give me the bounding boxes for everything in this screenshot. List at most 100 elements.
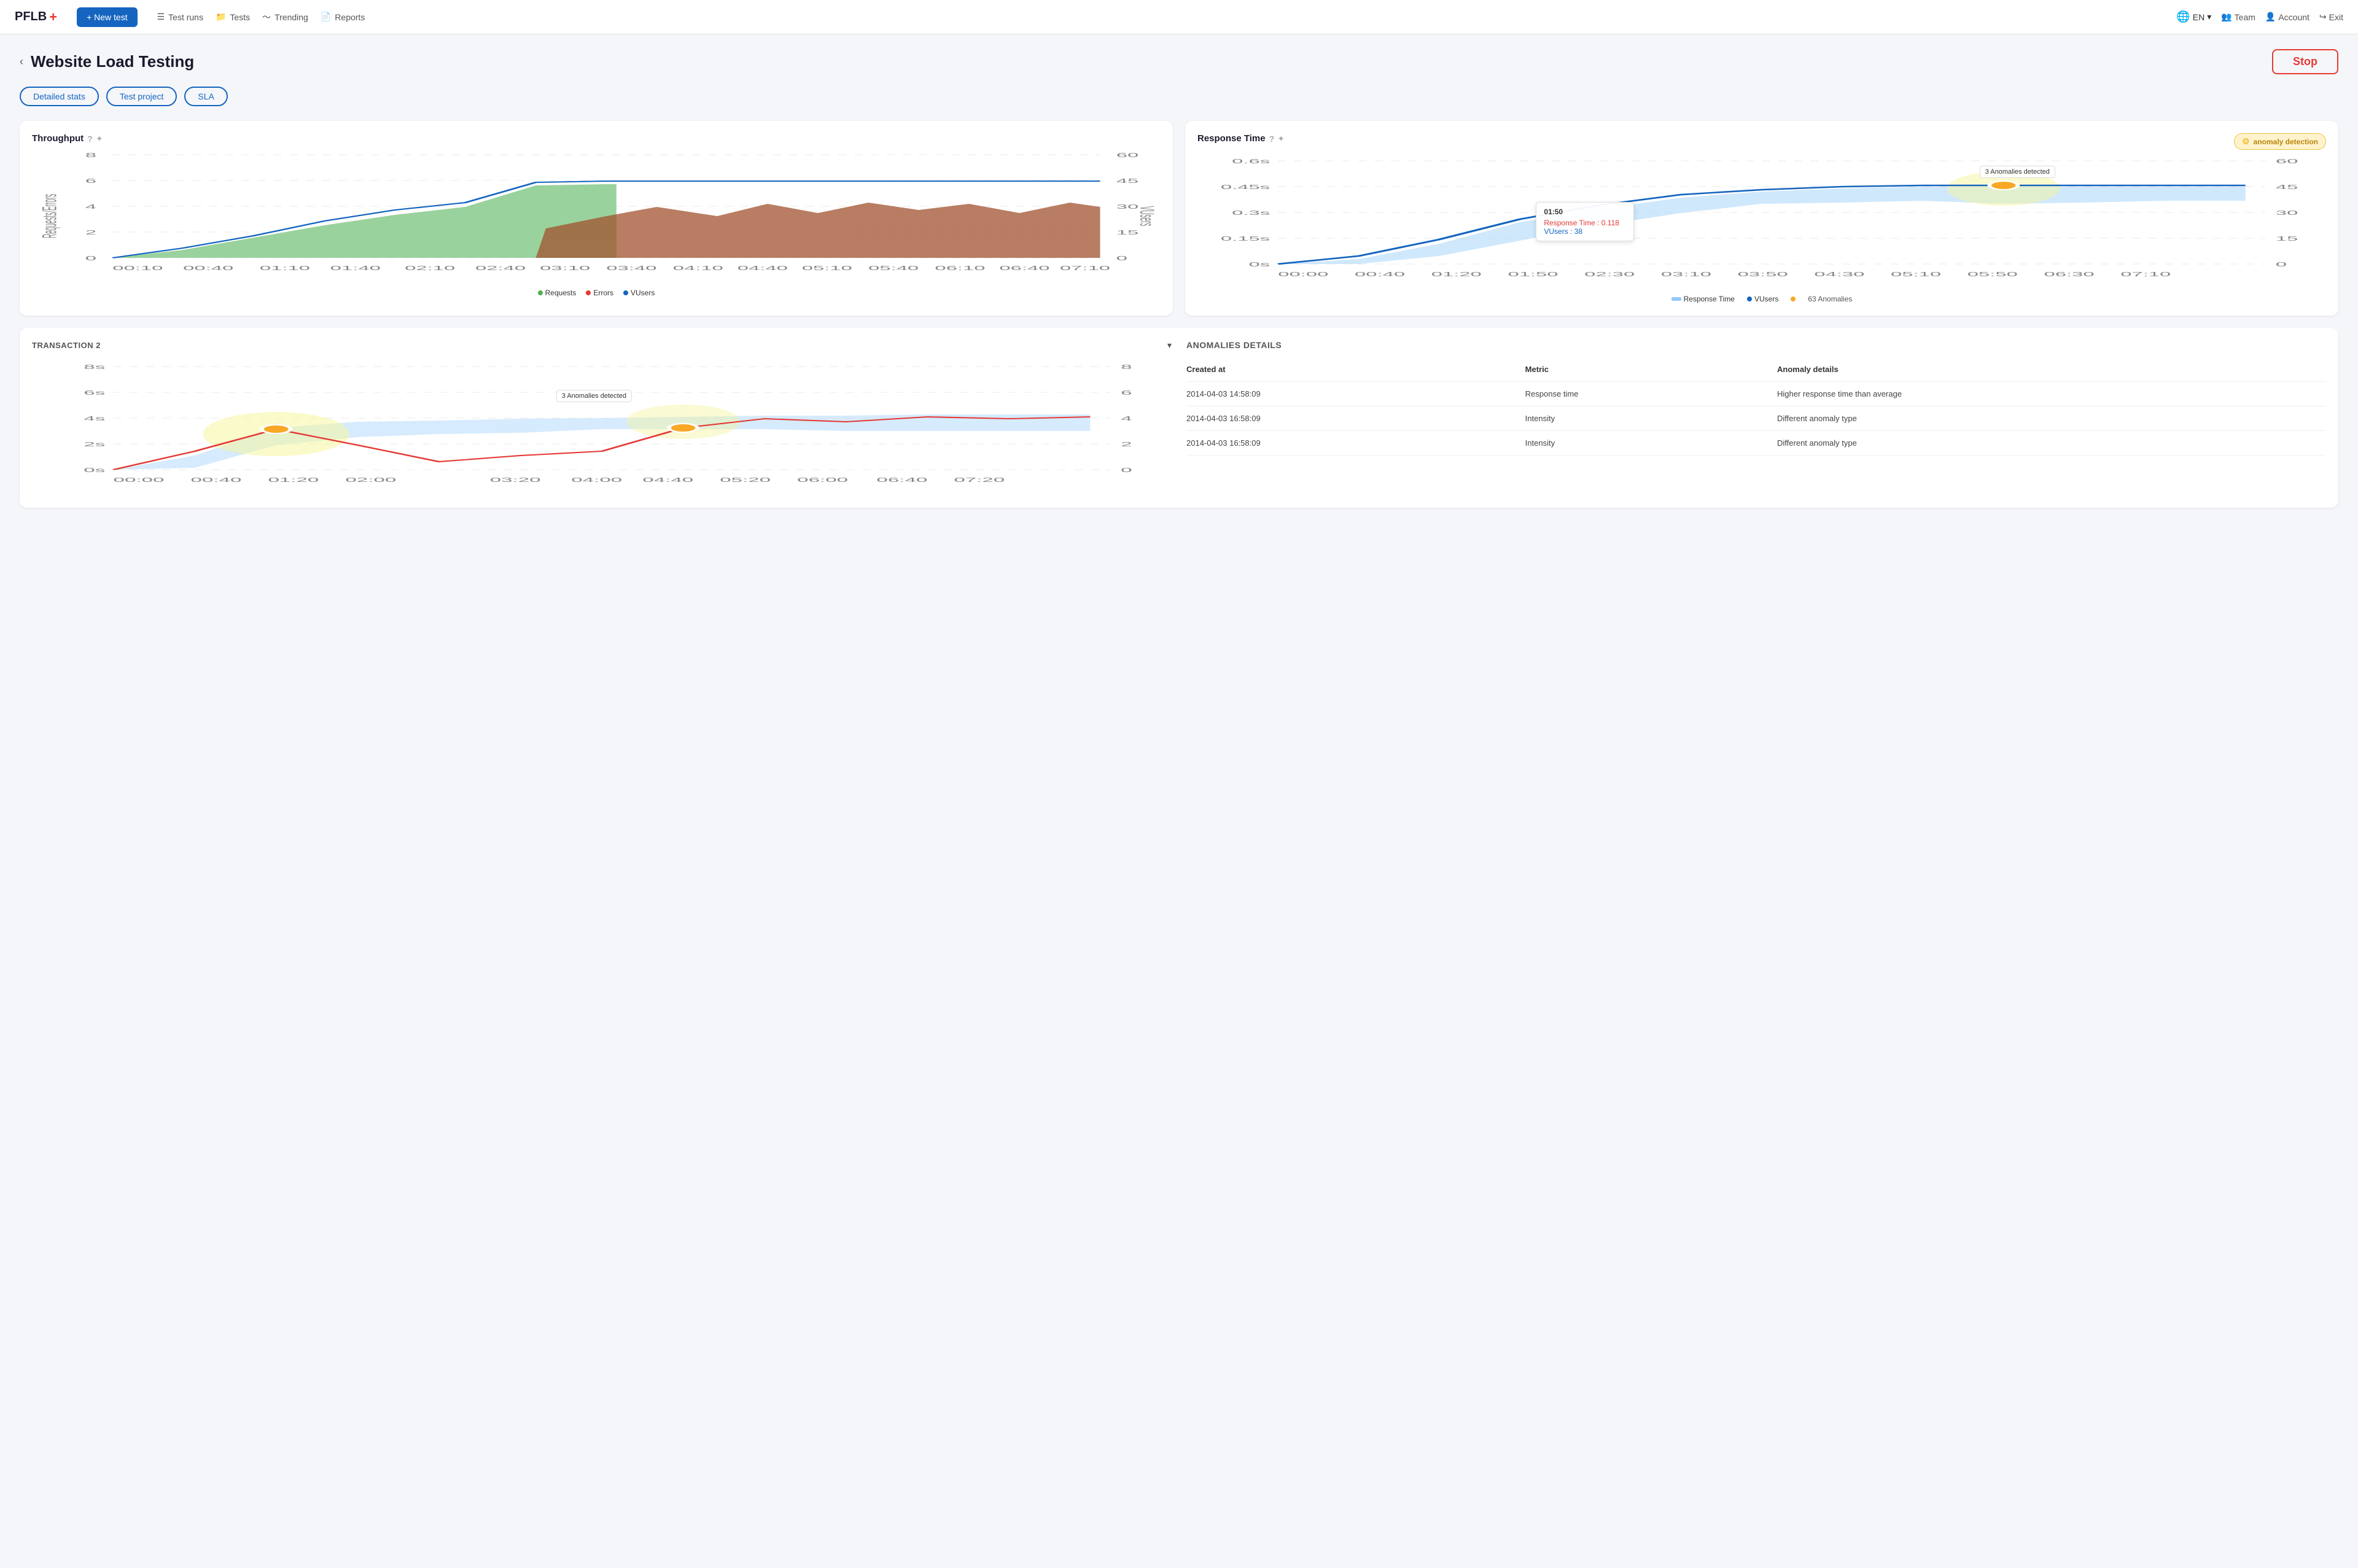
svg-text:15: 15 [2276, 235, 2298, 242]
exit-icon: ↪ [2319, 12, 2327, 22]
anomaly-dot [1791, 297, 1796, 301]
anomaly-detection-badge[interactable]: ⚙ anomaly detection [2234, 133, 2326, 150]
svg-text:00:40: 00:40 [183, 265, 233, 271]
nav-tests[interactable]: 📁 Tests [211, 7, 255, 27]
svg-text:00:10: 00:10 [112, 265, 163, 271]
legend-errors: Errors [586, 289, 613, 297]
svg-text:30: 30 [2276, 209, 2298, 216]
svg-text:01:40: 01:40 [330, 265, 381, 271]
svg-text:15: 15 [1116, 229, 1139, 236]
cell-created-at: 2014-04-03 14:58:09 [1186, 382, 1525, 406]
back-button[interactable]: ‹ [20, 55, 23, 68]
new-test-button[interactable]: + New test [77, 7, 138, 27]
svg-text:2: 2 [85, 229, 96, 236]
team-link[interactable]: 👥 Team [2221, 12, 2255, 22]
svg-text:07:20: 07:20 [954, 476, 1005, 483]
svg-text:03:50: 03:50 [1738, 271, 1788, 278]
svg-text:0s: 0s [84, 467, 105, 473]
legend-response-vusers: VUsers [1747, 295, 1778, 303]
svg-text:4: 4 [85, 203, 96, 210]
legend-response-time: Response Time [1671, 295, 1735, 303]
svg-text:06:40: 06:40 [999, 265, 1049, 271]
cell-created-at: 2014-04-03 16:58:09 [1186, 406, 1525, 431]
svg-text:0: 0 [2276, 261, 2287, 268]
svg-text:06:30: 06:30 [2044, 271, 2095, 278]
table-row: 2014-04-03 16:58:09 Intensity Different … [1186, 406, 2326, 431]
team-label: Team [2235, 12, 2255, 22]
anomaly-details-section: ANOMALIES DETAILS Created at Metric Anom… [1186, 340, 2326, 495]
svg-text:05:50: 05:50 [1967, 271, 2018, 278]
throughput-legend: Requests Errors VUsers [32, 289, 1161, 297]
trending-icon: 〜 [262, 11, 271, 23]
response-card-header: Response Time ? ✦ ⚙ anomaly detection [1197, 133, 2326, 150]
nav-trending[interactable]: 〜 Trending [257, 7, 313, 27]
tab-row: Detailed stats Test project SLA [20, 87, 2338, 106]
page-header: ‹ Website Load Testing Stop [20, 49, 2338, 74]
svg-text:60: 60 [1116, 152, 1139, 158]
svg-text:07:10: 07:10 [1060, 265, 1110, 271]
account-icon: 👤 [2265, 12, 2276, 22]
svg-text:03:10: 03:10 [1661, 271, 1711, 278]
svg-text:01:20: 01:20 [268, 476, 319, 483]
nav-test-runs[interactable]: ☰ Test runs [152, 7, 208, 27]
cell-created-at: 2014-04-03 16:58:09 [1186, 431, 1525, 456]
svg-text:6s: 6s [84, 389, 105, 396]
svg-text:6: 6 [85, 177, 96, 184]
requests-dot [538, 290, 543, 295]
anomaly-details-table: Created at Metric Anomaly details 2014-0… [1186, 360, 2326, 456]
stop-button[interactable]: Stop [2272, 49, 2338, 74]
header: PFLB+ + New test ☰ Test runs 📁 Tests 〜 T… [0, 0, 2358, 34]
svg-text:0: 0 [1121, 467, 1132, 473]
throughput-chart: 8 6 4 2 0 60 45 30 15 0 [32, 149, 1161, 284]
svg-text:05:20: 05:20 [720, 476, 771, 483]
tab-test-project[interactable]: Test project [106, 87, 177, 106]
account-link[interactable]: 👤 Account [2265, 12, 2309, 22]
response-time-chart: 0.6s 0.45s 0.3s 0.15s 0s 60 45 30 15 0 [1197, 155, 2326, 290]
svg-text:00:00: 00:00 [114, 476, 165, 483]
response-time-card: Response Time ? ✦ ⚙ anomaly detection [1185, 121, 2338, 316]
anomaly-details-title: ANOMALIES DETAILS [1186, 340, 2326, 350]
response-info-icon[interactable]: ? [1269, 134, 1275, 144]
table-row: 2014-04-03 14:58:09 Response time Higher… [1186, 382, 2326, 406]
legend-vusers: VUsers [623, 289, 655, 297]
legend-requests: Requests [538, 289, 577, 297]
col-created-at: Created at [1186, 360, 1525, 382]
lang-label: EN [2193, 12, 2204, 22]
table-header-row: Created at Metric Anomaly details [1186, 360, 2326, 382]
transaction-section: TRANSACTION 2 ▾ 8s 6s 4s 2s 0s [32, 340, 1172, 495]
svg-text:0: 0 [1116, 255, 1127, 262]
svg-text:05:40: 05:40 [868, 265, 919, 271]
account-label: Account [2278, 12, 2309, 22]
svg-text:07:10: 07:10 [2120, 271, 2171, 278]
main-nav: ☰ Test runs 📁 Tests 〜 Trending 📄 Reports [152, 7, 370, 27]
svg-text:05:10: 05:10 [1891, 271, 1941, 278]
list-icon: ☰ [157, 12, 165, 22]
svg-text:8s: 8s [84, 363, 105, 370]
svg-text:04:30: 04:30 [1814, 271, 1864, 278]
svg-text:45: 45 [2276, 184, 2298, 190]
logo-text: PFLB [15, 10, 47, 24]
svg-text:06:10: 06:10 [935, 265, 985, 271]
charts-row: Throughput ? ✦ 8 6 4 2 0 [20, 121, 2338, 316]
svg-text:00:00: 00:00 [1278, 271, 1328, 278]
cell-metric: Response time [1525, 382, 1777, 406]
transaction-dropdown-icon[interactable]: ▾ [1167, 340, 1172, 351]
svg-text:03:40: 03:40 [606, 265, 656, 271]
throughput-info-icon[interactable]: ? [87, 134, 93, 144]
legend-anomaly-icon [1791, 297, 1796, 301]
exit-link[interactable]: ↪ Exit [2319, 12, 2343, 22]
svg-text:04:40: 04:40 [737, 265, 788, 271]
svg-text:8: 8 [85, 152, 96, 158]
anomaly-badge-icon: ⚙ [2242, 136, 2250, 147]
chevron-down-icon: ▾ [2207, 12, 2211, 22]
svg-text:02:10: 02:10 [405, 265, 455, 271]
nav-reports[interactable]: 📄 Reports [316, 7, 370, 27]
cell-metric: Intensity [1525, 431, 1777, 456]
svg-text:00:40: 00:40 [191, 476, 242, 483]
tab-sla[interactable]: SLA [184, 87, 227, 106]
svg-text:VUsers: VUsers [1135, 206, 1158, 227]
svg-text:0: 0 [85, 255, 96, 262]
tab-detailed-stats[interactable]: Detailed stats [20, 87, 99, 106]
svg-text:0.6s: 0.6s [1232, 158, 1270, 165]
language-selector[interactable]: 🌐 EN ▾ [2176, 10, 2211, 23]
